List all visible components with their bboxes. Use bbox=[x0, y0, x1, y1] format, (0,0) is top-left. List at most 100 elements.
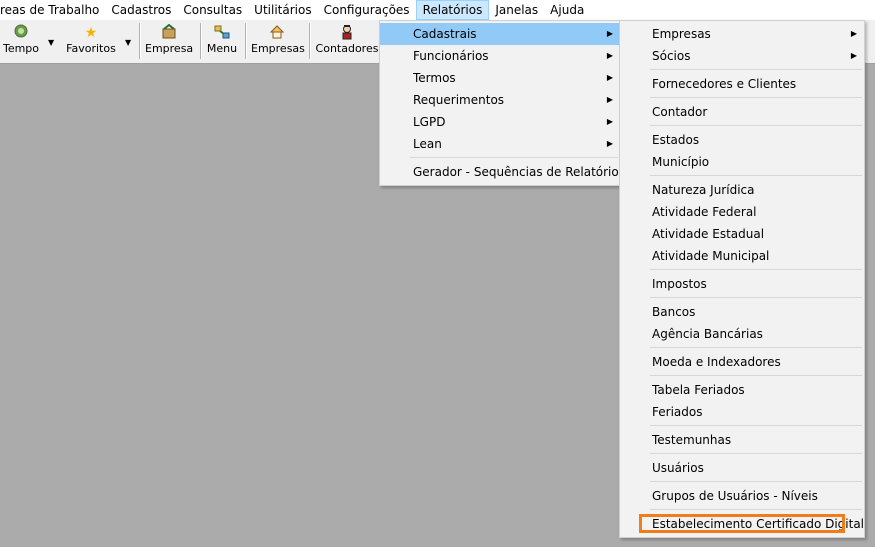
favoritos-label: Favoritos bbox=[66, 42, 116, 55]
submenu-item-label: Feriados bbox=[652, 405, 703, 419]
menu-item-label: Funcionários bbox=[413, 49, 489, 63]
favoritos-dropdown-icon[interactable]: ▼ bbox=[125, 38, 131, 47]
submenu-item-tabela-feriados[interactable]: Tabela Feriados bbox=[620, 379, 864, 401]
menu-cadastros[interactable]: Cadastros bbox=[105, 0, 177, 20]
toolbar-divider bbox=[245, 23, 247, 59]
contadores-button[interactable]: Contadores bbox=[315, 22, 379, 60]
relatorios-dropdown: Cadastrais ▶ Funcionários ▶ Termos ▶ Req… bbox=[379, 20, 625, 186]
menu-item-lgpd[interactable]: LGPD ▶ bbox=[380, 111, 620, 133]
submenu-item-bancos[interactable]: Bancos bbox=[620, 301, 864, 323]
submenu-item-feriados[interactable]: Feriados bbox=[620, 401, 864, 423]
menu-separator bbox=[650, 297, 862, 298]
menu-item-gerador[interactable]: Gerador - Sequências de Relatórios bbox=[380, 161, 625, 183]
cadastrais-submenu: Empresas ▶ Sócios ▶ Fornecedores e Clien… bbox=[619, 20, 865, 538]
menu-item-label: Cadastrais bbox=[413, 27, 477, 41]
submenu-item-fornecedores[interactable]: Fornecedores e Clientes bbox=[620, 73, 864, 95]
favoritos-button[interactable]: ★ Favoritos bbox=[64, 22, 118, 60]
submenu-arrow-icon: ▶ bbox=[850, 29, 857, 38]
submenu-item-usuarios[interactable]: Usuários bbox=[620, 457, 864, 479]
submenu-item-atividade-municipal[interactable]: Atividade Municipal bbox=[620, 245, 864, 267]
submenu-arrow-icon: ▶ bbox=[606, 95, 613, 104]
submenu-item-impostos[interactable]: Impostos bbox=[620, 273, 864, 295]
contadores-label: Contadores bbox=[315, 42, 379, 55]
submenu-item-estados[interactable]: Estados bbox=[620, 129, 864, 151]
empresa-button[interactable]: Empresa bbox=[145, 22, 193, 60]
menu-utilitarios[interactable]: Utilitários bbox=[248, 0, 317, 20]
submenu-item-label: Usuários bbox=[652, 461, 704, 475]
submenu-item-label: Impostos bbox=[652, 277, 707, 291]
submenu-item-label: Sócios bbox=[652, 49, 691, 63]
submenu-item-label: Contador bbox=[652, 105, 708, 119]
submenu-arrow-icon: ▶ bbox=[606, 73, 613, 82]
submenu-arrow-icon: ▶ bbox=[606, 117, 613, 126]
menu-areas-de-trabalho[interactable]: reas de Trabalho bbox=[0, 0, 105, 20]
submenu-item-contador[interactable]: Contador bbox=[620, 101, 864, 123]
menu-separator bbox=[650, 269, 862, 270]
submenu-item-agencia-bancarias[interactable]: Agência Bancárias bbox=[620, 323, 864, 345]
star-icon: ★ bbox=[84, 25, 98, 41]
menu-separator bbox=[650, 69, 862, 70]
menu-button[interactable]: Menu bbox=[205, 22, 239, 60]
empresa-label: Empresa bbox=[145, 42, 194, 55]
menu-separator bbox=[650, 175, 862, 176]
toolbar-divider bbox=[309, 23, 311, 59]
submenu-arrow-icon: ▶ bbox=[606, 51, 613, 60]
menu-item-funcionarios[interactable]: Funcionários ▶ bbox=[380, 45, 620, 67]
menu-label: Menu bbox=[206, 42, 238, 55]
submenu-arrow-icon: ▶ bbox=[850, 51, 857, 60]
submenu-item-municipio[interactable]: Município bbox=[620, 151, 864, 173]
menu-ajuda[interactable]: Ajuda bbox=[544, 0, 590, 20]
submenu-item-atividade-estadual[interactable]: Atividade Estadual bbox=[620, 223, 864, 245]
submenu-item-natureza-juridica[interactable]: Natureza Jurídica bbox=[620, 179, 864, 201]
submenu-item-label: Atividade Municipal bbox=[652, 249, 770, 263]
empresas-label: Empresas bbox=[251, 42, 305, 55]
submenu-item-grupos-usuarios[interactable]: Grupos de Usuários - Níveis bbox=[620, 485, 864, 507]
menu-item-termos[interactable]: Termos ▶ bbox=[380, 67, 620, 89]
menu-janelas[interactable]: Janelas bbox=[489, 0, 544, 20]
submenu-item-testemunhas[interactable]: Testemunhas bbox=[620, 429, 864, 451]
submenu-item-label: Atividade Estadual bbox=[652, 227, 765, 241]
menu-separator bbox=[650, 453, 862, 454]
tempo-button[interactable]: Tempo bbox=[2, 22, 40, 60]
submenu-item-socios[interactable]: Sócios ▶ bbox=[620, 45, 864, 67]
submenu-item-atividade-federal[interactable]: Atividade Federal bbox=[620, 201, 864, 223]
menu-separator bbox=[650, 125, 862, 126]
submenu-item-label: Grupos de Usuários - Níveis bbox=[652, 489, 818, 503]
menu-item-label: Lean bbox=[413, 137, 442, 151]
menu-item-lean[interactable]: Lean ▶ bbox=[380, 133, 620, 155]
toolbar-divider bbox=[139, 23, 141, 59]
menu-consultas[interactable]: Consultas bbox=[177, 0, 248, 20]
submenu-item-label: Testemunhas bbox=[652, 433, 732, 447]
empresas-button[interactable]: Empresas bbox=[251, 22, 305, 60]
submenu-item-empresas[interactable]: Empresas ▶ bbox=[620, 23, 864, 45]
submenu-item-label: Agência Bancárias bbox=[652, 327, 763, 341]
menu-item-requerimentos[interactable]: Requerimentos ▶ bbox=[380, 89, 620, 111]
submenu-item-label: Bancos bbox=[652, 305, 696, 319]
tempo-dropdown-icon[interactable]: ▼ bbox=[48, 38, 54, 47]
submenu-item-label: Fornecedores e Clientes bbox=[652, 77, 797, 91]
menu-separator bbox=[650, 97, 862, 98]
submenu-arrow-icon: ▶ bbox=[606, 139, 613, 148]
home-icon bbox=[251, 24, 303, 42]
menu-icon bbox=[205, 24, 239, 42]
submenu-item-label: Estabelecimento Certificado Digital bbox=[652, 517, 865, 531]
company-icon bbox=[145, 23, 193, 42]
submenu-item-label: Estados bbox=[652, 133, 700, 147]
menu-separator bbox=[650, 375, 862, 376]
submenu-item-moeda-indexadores[interactable]: Moeda e Indexadores bbox=[620, 351, 864, 373]
person-icon bbox=[315, 24, 379, 42]
menu-separator bbox=[650, 481, 862, 482]
menu-configuracoes[interactable]: Configurações bbox=[318, 0, 416, 20]
toolbar-divider bbox=[200, 23, 202, 59]
menu-item-label: LGPD bbox=[413, 115, 446, 129]
clock-icon bbox=[2, 24, 40, 42]
submenu-item-label: Empresas bbox=[652, 27, 711, 41]
submenu-item-label: Moeda e Indexadores bbox=[652, 355, 781, 369]
menu-separator bbox=[650, 425, 862, 426]
menu-item-label: Termos bbox=[413, 71, 456, 85]
menu-relatorios[interactable]: Relatórios bbox=[415, 0, 490, 20]
submenu-item-estabelecimento-certificado[interactable]: Estabelecimento Certificado Digital bbox=[620, 513, 864, 535]
submenu-item-label: Município bbox=[652, 155, 710, 169]
menu-item-cadastrais[interactable]: Cadastrais ▶ bbox=[380, 23, 620, 45]
submenu-item-label: Tabela Feriados bbox=[652, 383, 745, 397]
